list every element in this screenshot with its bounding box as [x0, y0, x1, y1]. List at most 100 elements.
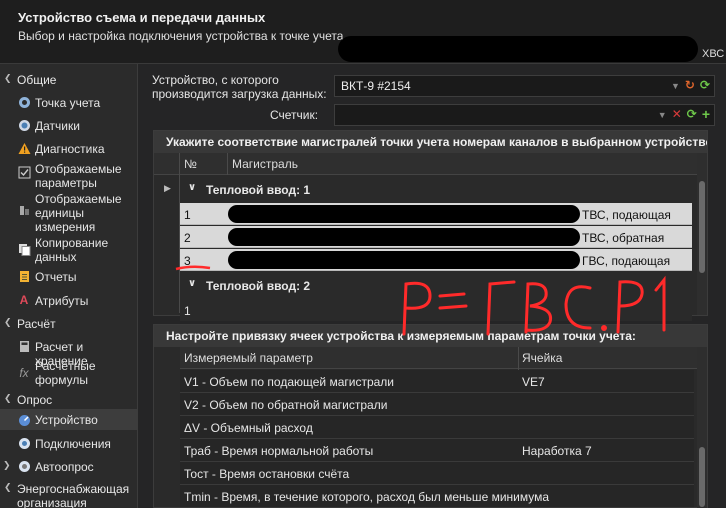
clear-icon[interactable]: ✕	[672, 107, 682, 121]
sidebar-section-supplier[interactable]: ❮ Энергоснабжающая организация	[0, 479, 138, 508]
row-number: 1	[184, 208, 191, 222]
sidebar-item-sensors[interactable]: Датчики	[0, 115, 138, 135]
report-icon	[17, 269, 31, 283]
sidebar-item-label: Копирование данных	[35, 236, 109, 264]
sidebar-item-displayed-units[interactable]: Отображаемые единицы измерения	[0, 192, 138, 236]
sidebar-item-label: Подключения	[35, 437, 111, 451]
page-header: Устройство съема и передачи данных Выбор…	[0, 0, 726, 64]
row-number: 1	[184, 304, 191, 318]
table-row[interactable]: 1 ТВС, подающая	[180, 203, 692, 225]
column-header-cell[interactable]: Ячейка	[522, 351, 562, 365]
device-icon	[17, 413, 31, 427]
param-name: Tmin - Время, в течение которого, расход…	[184, 490, 550, 504]
formula-icon: fx	[19, 366, 29, 380]
sidebar-item-connections[interactable]: Подключения	[0, 433, 138, 453]
param-cell[interactable]: Наработка 7	[522, 444, 592, 458]
row-line: ТВС, обратная	[582, 231, 665, 245]
sidebar-item-label: Автоопрос	[35, 460, 94, 474]
redaction-mark	[338, 36, 698, 62]
grid-header: Измеряемый параметр Ячейка	[180, 347, 698, 369]
table-row[interactable]: ΔV - Объемный расход	[180, 416, 694, 439]
sidebar-item-formulas[interactable]: fx Расчётные формулы	[0, 358, 138, 388]
sidebar-item-metering-point[interactable]: Точка учета	[0, 92, 138, 112]
sidebar-item-attributes[interactable]: A Атрибуты	[0, 290, 138, 310]
sidebar-item-displayed-params[interactable]: Отображаемые параметры	[0, 161, 138, 191]
table-row[interactable]: 3 ГВС, подающая	[180, 249, 692, 271]
location-pin-icon	[17, 95, 31, 109]
chevron-down-icon: ❮	[4, 482, 12, 492]
scrollbar[interactable]	[697, 153, 707, 315]
sidebar-item-reports[interactable]: Отчеты	[0, 266, 138, 286]
refresh-icon[interactable]: ↻	[685, 78, 695, 92]
redaction-mark	[228, 251, 580, 269]
parameter-binding-panel: Настройте привязку ячеек устройства к из…	[153, 324, 708, 508]
chevron-down-icon: ❮	[4, 393, 12, 403]
row-line: ТВС, подающая	[582, 208, 671, 222]
sidebar-section-label: Общие	[17, 73, 57, 87]
table-row[interactable]: V1 - Объем по подающей магистрали VE7	[180, 370, 694, 393]
chevron-right-icon: ❯	[3, 460, 11, 470]
group-row[interactable]: ∨ Тепловой ввод: 2	[180, 275, 698, 297]
page-subtitle: Выбор и настройка подключения устройства…	[18, 29, 344, 43]
sidebar-item-calc-storage[interactable]: Расчет и хранение	[0, 336, 138, 368]
sensor-icon	[17, 118, 31, 132]
sidebar-item-diagnostics[interactable]: Диагностика	[0, 138, 138, 158]
redaction-mark	[228, 205, 580, 223]
meter-label: Счетчик:	[270, 108, 319, 122]
group-label: Тепловой ввод: 1	[206, 183, 311, 197]
param-name: V1 - Объем по подающей магистрали	[184, 375, 394, 389]
checklist-icon	[17, 165, 31, 179]
update-icon[interactable]: ⟳	[687, 107, 697, 121]
panel-title: Укажите соответствие магистралей точки у…	[154, 131, 707, 153]
scrollbar[interactable]	[697, 347, 707, 508]
column-header-parameter[interactable]: Измеряемый параметр	[184, 351, 313, 365]
add-icon[interactable]: +	[702, 107, 710, 121]
column-header-line[interactable]: Магистраль	[232, 157, 298, 171]
chevron-down-icon: ❮	[4, 317, 12, 327]
chevron-down-icon[interactable]: ▼	[671, 81, 680, 92]
table-row[interactable]: V2 - Объем по обратной магистрали	[180, 393, 694, 416]
meter-select[interactable]: ▼ ✕ ⟳ +	[334, 104, 715, 126]
sidebar-item-label: Точка учета	[35, 96, 101, 110]
grid-header: № Магистраль	[154, 153, 698, 175]
attribute-icon: A	[19, 293, 29, 307]
copy-icon	[17, 242, 31, 256]
table-row[interactable]: 1	[180, 299, 692, 321]
sidebar-item-label: Отчеты	[35, 270, 77, 284]
sidebar-section-label: Опрос	[17, 393, 53, 407]
calculator-icon	[17, 339, 31, 353]
scale-icon	[17, 203, 31, 217]
group-label: Тепловой ввод: 2	[206, 279, 311, 293]
group-row[interactable]: ∨ Тепловой ввод: 1	[180, 179, 698, 201]
table-row[interactable]: Tmin - Время, в течение которого, расход…	[180, 485, 694, 508]
sidebar-item-label: Расчётные формулы	[35, 359, 96, 387]
param-name: Траб - Время нормальной работы	[184, 444, 374, 458]
sidebar-section-polling[interactable]: ❮ Опрос	[0, 390, 138, 410]
underline-mark	[175, 265, 211, 271]
chevron-down-icon: ∨	[188, 182, 197, 193]
sidebar-section-general[interactable]: ❮ Общие	[0, 70, 138, 90]
sidebar-item-copy-data[interactable]: Копирование данных	[0, 236, 138, 264]
row-indicator-icon: ▶	[164, 183, 171, 193]
sidebar-item-device[interactable]: Устройство	[0, 409, 138, 430]
sidebar-item-label: Отображаемые единицы измерения	[35, 192, 122, 234]
panel-title: Настройте привязку ячеек устройства к из…	[154, 325, 707, 347]
table-row[interactable]: Траб - Время нормальной работы Наработка…	[180, 439, 694, 462]
update-icon[interactable]: ⟳	[700, 78, 710, 92]
sidebar-item-autopoll[interactable]: ❯ Автоопрос	[0, 456, 138, 476]
chevron-down-icon: ∨	[188, 278, 197, 289]
scrollbar-thumb[interactable]	[699, 447, 705, 507]
sidebar-item-label: Диагностика	[35, 142, 105, 156]
auto-poll-icon	[17, 459, 31, 473]
sidebar-item-label: Устройство	[35, 413, 98, 427]
table-row[interactable]: Тост - Время остановки счёта	[180, 462, 694, 485]
param-cell[interactable]: VE7	[522, 375, 545, 389]
chevron-down-icon[interactable]: ▼	[658, 110, 667, 121]
sidebar-section-label: Энергоснабжающая организация	[17, 482, 130, 508]
param-name: V2 - Объем по обратной магистрали	[184, 398, 388, 412]
table-row[interactable]: 2 ТВС, обратная	[180, 226, 692, 248]
scrollbar-thumb[interactable]	[699, 181, 705, 273]
column-header-number[interactable]: №	[184, 157, 197, 171]
device-select[interactable]: ВКТ-9 #2154 ▼ ↻ ⟳	[334, 75, 715, 97]
sidebar-section-calculation[interactable]: ❮ Расчёт	[0, 314, 138, 334]
